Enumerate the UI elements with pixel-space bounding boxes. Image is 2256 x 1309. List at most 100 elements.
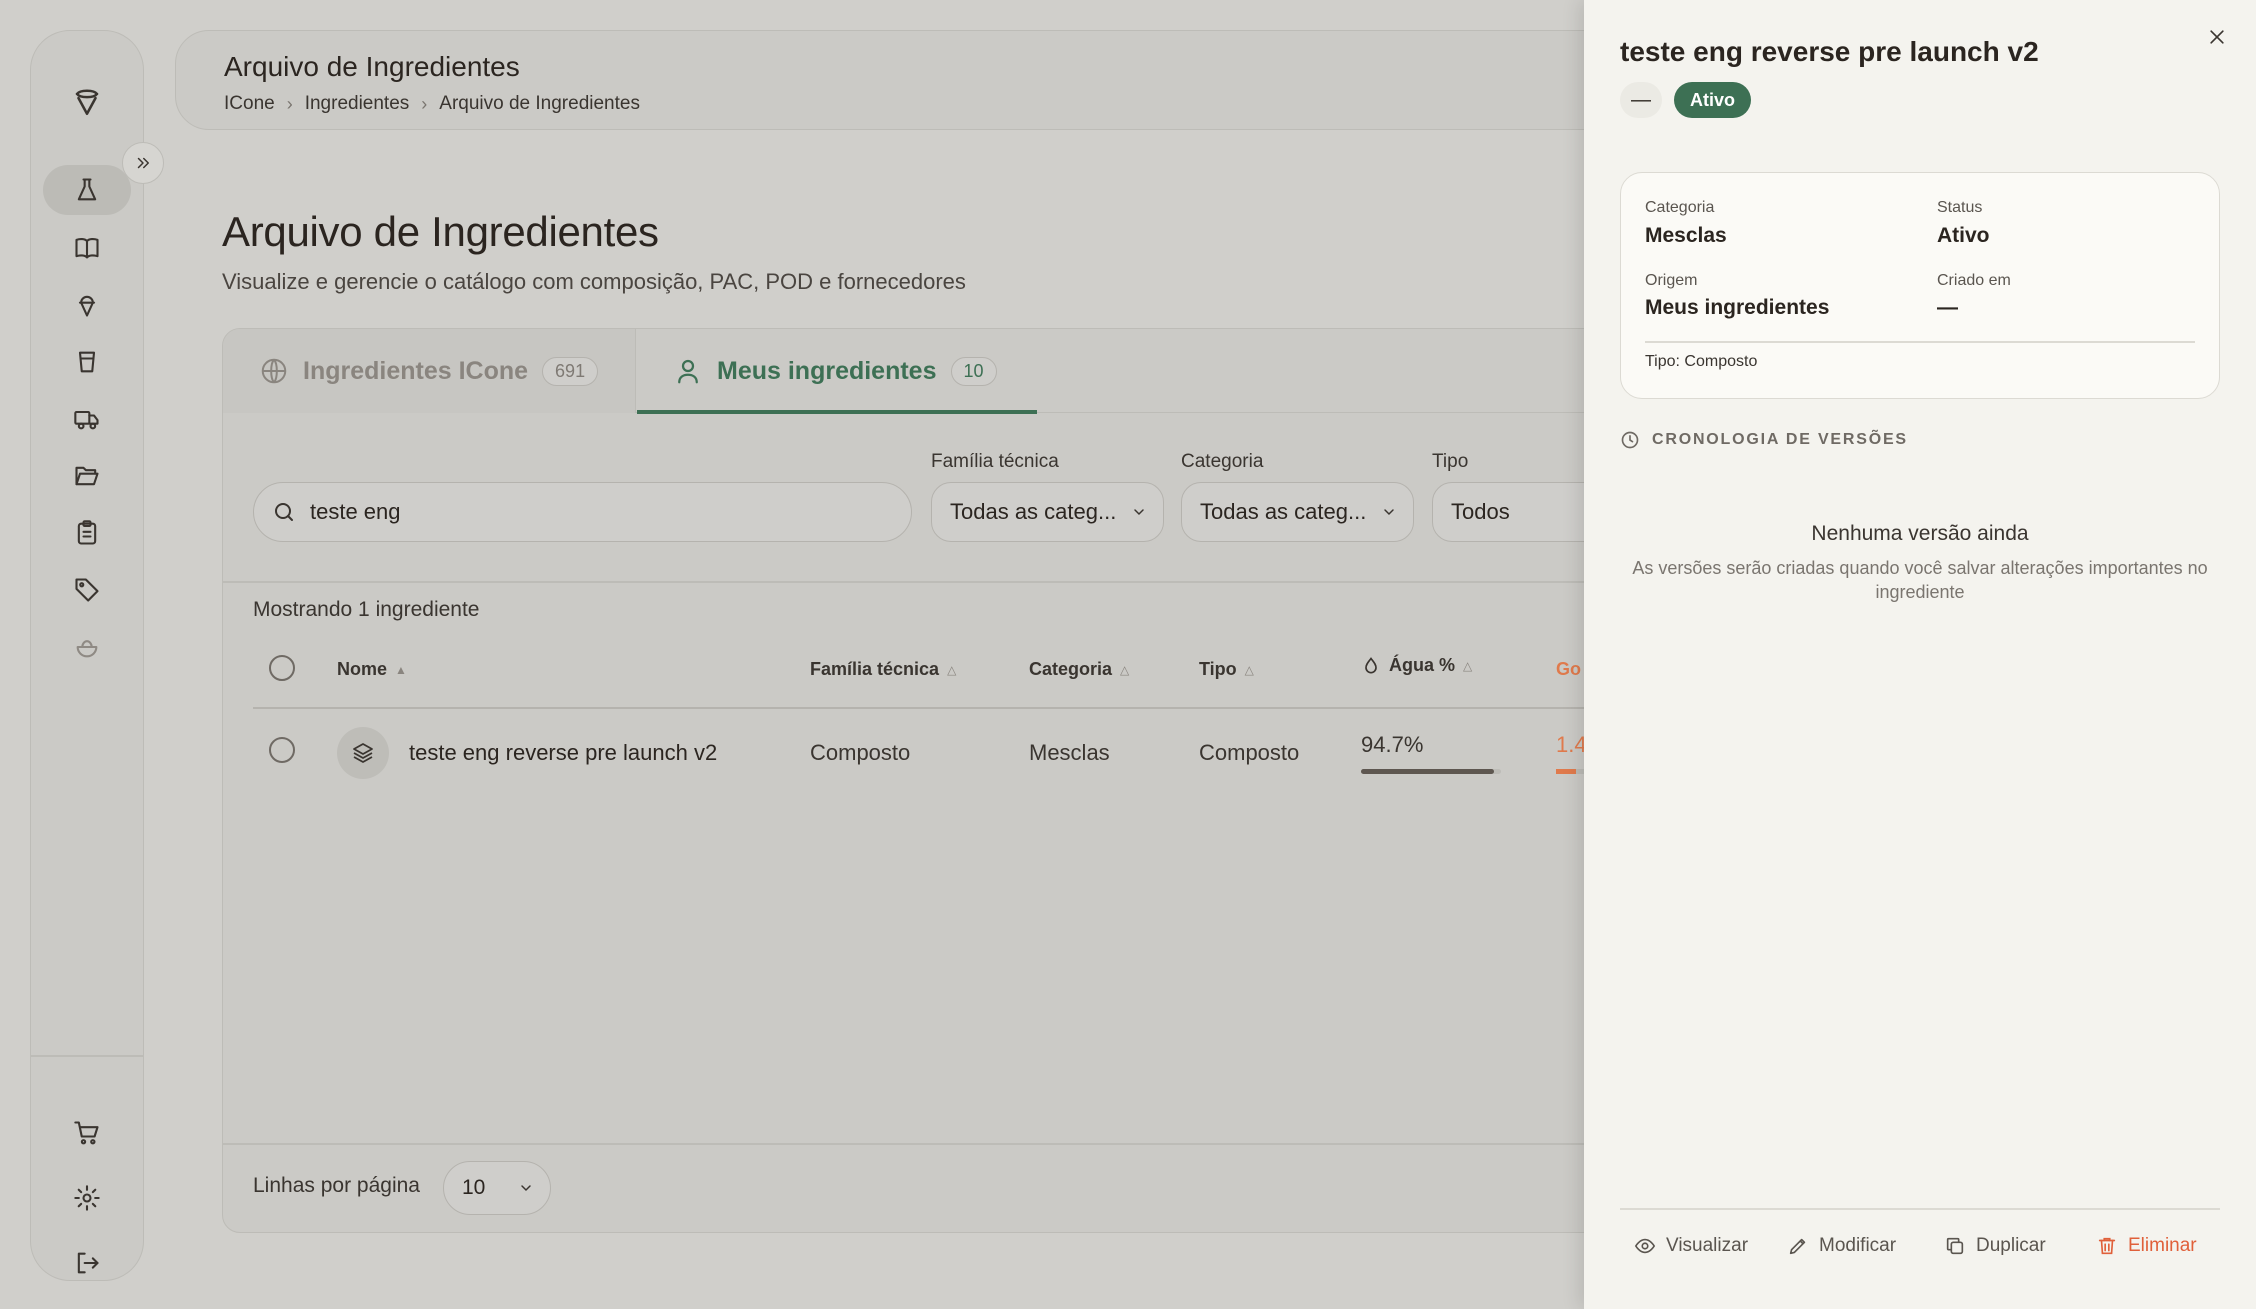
agua-progress-bar	[1361, 769, 1501, 774]
column-label: Nome	[337, 659, 388, 679]
code-badge: —	[1620, 82, 1662, 118]
tab-label: Meus ingredientes	[717, 356, 937, 385]
close-button[interactable]	[2202, 22, 2232, 52]
rows-per-page-select[interactable]: 10	[443, 1161, 551, 1215]
sidebar-item-ingredients[interactable]	[43, 165, 131, 215]
chevron-down-icon	[521, 1185, 531, 1192]
duplicate-button[interactable]: Duplicar	[1944, 1235, 2046, 1257]
cell-gordura: 1.4	[1556, 732, 1587, 757]
sidebar-divider	[31, 1055, 143, 1057]
trash-icon	[2098, 1237, 2116, 1255]
sort-up-icon: ▲	[395, 662, 407, 677]
tab-count-badge: 691	[542, 356, 599, 386]
ingredient-name-link[interactable]: teste eng reverse pre launch v2	[409, 740, 717, 766]
search-icon	[275, 503, 293, 521]
sidebar-item-bowl[interactable]	[43, 622, 131, 672]
clipboard-icon	[77, 520, 97, 545]
breadcrumb-chevron-icon: ›	[421, 93, 428, 114]
book-icon	[75, 238, 99, 259]
cart-icon	[74, 1121, 99, 1145]
view-button[interactable]: Visualizar	[1634, 1235, 1748, 1257]
cup-icon	[78, 351, 96, 373]
sidebar-item-tags[interactable]	[43, 565, 131, 615]
chevrons-right-icon	[137, 157, 149, 169]
column-header-tipo[interactable]: Tipo △	[1199, 659, 1254, 680]
flask-icon	[77, 178, 97, 201]
sidebar-item-cart[interactable]	[43, 1108, 131, 1158]
column-header-gordura[interactable]: Go	[1556, 659, 1581, 680]
ingredient-detail-drawer: teste eng reverse pre launch v2 — Ativo …	[1584, 0, 2256, 1309]
empty-state-description: As versões serão criadas quando você sal…	[1632, 558, 2208, 602]
column-header-categoria[interactable]: Categoria △	[1029, 659, 1129, 680]
sidebar-expand-button[interactable]	[122, 142, 164, 184]
breadcrumb: ICone › Ingredientes › Arquivo de Ingred…	[224, 93, 640, 115]
duplicate-button-label: Duplicar	[1976, 1235, 2046, 1256]
filter-label-tipo: Tipo	[1432, 451, 1469, 472]
column-header-familia[interactable]: Família técnica △	[810, 659, 956, 680]
column-label: Categoria	[1029, 659, 1113, 679]
breadcrumb-item-home[interactable]: ICone	[224, 93, 275, 115]
info-value-categoria: Mesclas	[1645, 224, 1727, 247]
bowl-icon	[76, 640, 98, 658]
sidebar-item-settings[interactable]	[43, 1173, 131, 1223]
eye-icon	[1634, 1238, 1656, 1254]
results-count: Mostrando 1 ingrediente	[253, 598, 480, 621]
sidebar-item-suppliers[interactable]	[43, 394, 131, 444]
column-label: Go	[1556, 659, 1581, 679]
timeline-title: CRONOLOGIA DE VERSÕES	[1652, 431, 1908, 448]
drawer-title: teste eng reverse pre launch v2	[1620, 36, 2039, 67]
info-label-criado: Criado em	[1937, 272, 2011, 289]
column-header-name[interactable]: Nome ▲	[337, 659, 407, 680]
drawer-footer-divider	[1620, 1208, 2220, 1210]
tag-icon	[75, 578, 99, 602]
info-value-criado: —	[1937, 296, 1958, 319]
user-icon	[678, 359, 698, 384]
tab-my-ingredients[interactable]: Meus ingredientes 10	[637, 329, 1037, 414]
info-value-origem: Meus ingredientes	[1645, 296, 1830, 319]
page-title: Arquivo de Ingredientes	[222, 208, 659, 255]
version-timeline-header: CRONOLOGIA DE VERSÕES	[1620, 430, 1908, 450]
select-all-checkbox[interactable]	[269, 655, 295, 681]
categoria-select[interactable]: Todas as categ...	[1181, 482, 1414, 542]
breadcrumb-item-current: Arquivo de Ingredientes	[439, 93, 640, 114]
breadcrumb-item-ingredients[interactable]: Ingredientes	[305, 93, 410, 115]
info-label-categoria: Categoria	[1645, 199, 1715, 216]
tab-icone-ingredients[interactable]: Ingredientes ICone 691	[223, 329, 636, 413]
sidebar-item-logout[interactable]	[43, 1238, 131, 1288]
globe-icon	[261, 358, 287, 384]
folder-icon	[75, 466, 99, 486]
chevron-down-icon	[1384, 509, 1394, 516]
search-input[interactable]: teste eng	[253, 482, 912, 542]
logo-icon[interactable]	[31, 76, 143, 126]
delete-button-label: Eliminar	[2128, 1235, 2197, 1256]
agua-progress-fill	[1361, 769, 1494, 774]
sidebar-item-files[interactable]	[43, 451, 131, 501]
copy-icon	[1946, 1237, 1964, 1255]
sidebar-item-cups[interactable]	[43, 337, 131, 387]
edit-button[interactable]: Modificar	[1787, 1235, 1896, 1257]
gordura-progress-fill	[1556, 769, 1576, 774]
tab-count-badge: 10	[950, 356, 997, 386]
pencil-icon	[1789, 1238, 1806, 1255]
logout-icon	[77, 1252, 99, 1274]
delete-button[interactable]: Eliminar	[2096, 1235, 2197, 1257]
sidebar-item-recipes[interactable]	[43, 223, 131, 273]
row-checkbox[interactable]	[269, 737, 295, 763]
column-header-agua[interactable]: Água % △	[1361, 655, 1472, 676]
sort-up-icon: △	[1244, 662, 1254, 677]
edit-button-label: Modificar	[1819, 1235, 1897, 1256]
sort-up-icon: △	[947, 662, 957, 677]
page-subtitle: Visualize e gerencie o catálogo com comp…	[222, 269, 966, 294]
sidebar-item-reports[interactable]	[43, 508, 131, 558]
filter-label-categoria: Categoria	[1181, 451, 1264, 472]
breadcrumb-chevron-icon: ›	[286, 93, 293, 114]
cell-tipo: Composto	[1199, 740, 1300, 765]
cell-familia: Composto	[810, 740, 911, 765]
sidebar-item-icecream[interactable]	[43, 280, 131, 330]
ice-cream-icon	[78, 295, 96, 317]
droplet-icon	[1365, 656, 1377, 673]
column-label: Tipo	[1199, 659, 1237, 679]
sort-up-icon: △	[1120, 662, 1130, 677]
familia-select[interactable]: Todas as categ...	[931, 482, 1164, 542]
tab-label: Ingredientes ICone	[303, 356, 529, 385]
